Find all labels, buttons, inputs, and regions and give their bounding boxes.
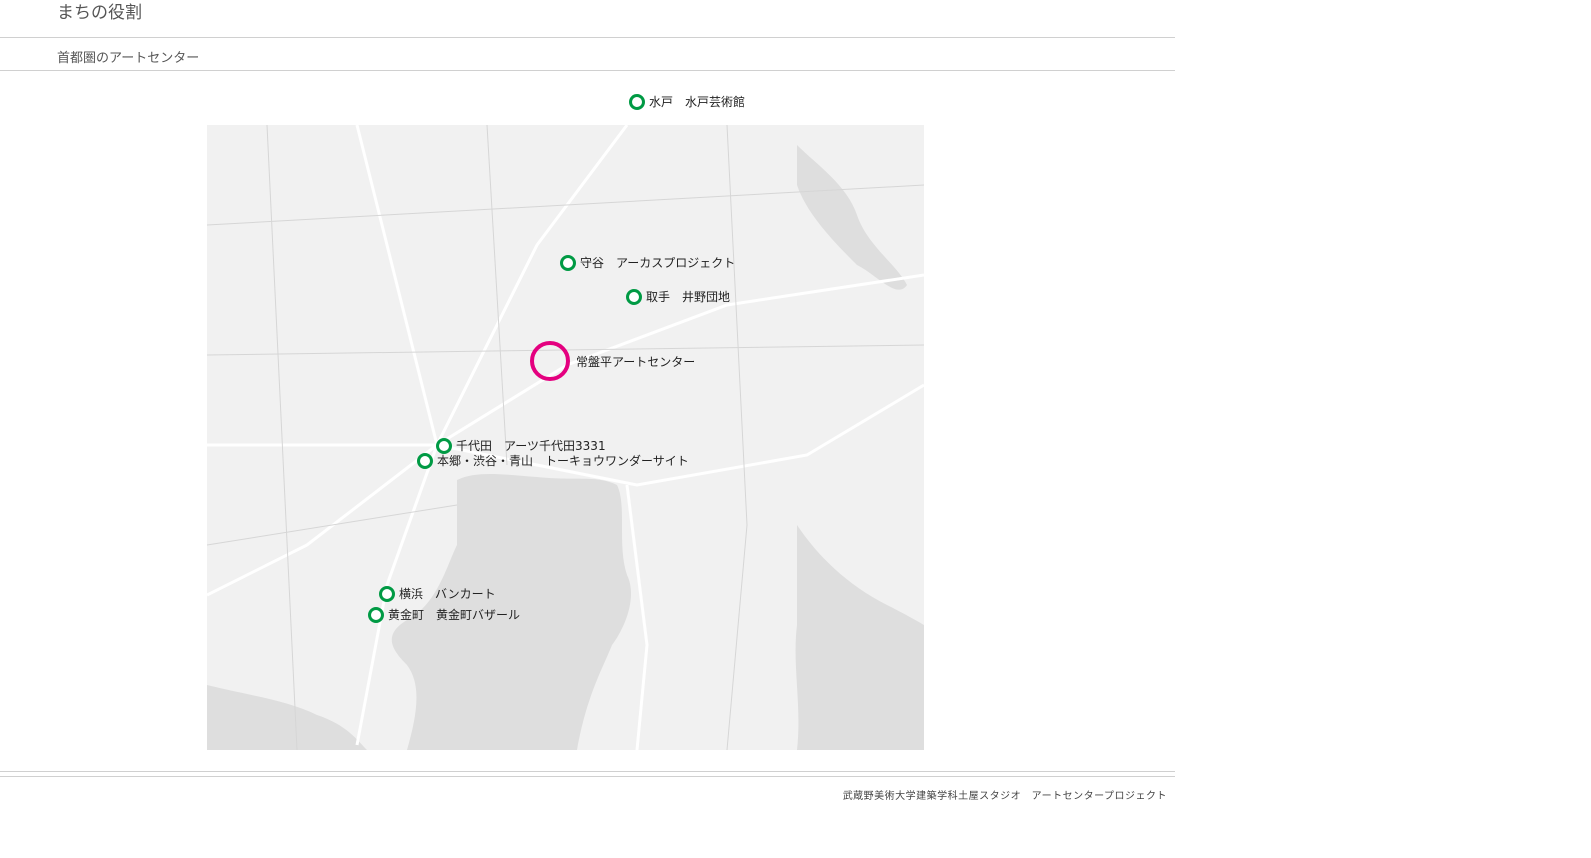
page-title: まちの役割	[57, 3, 142, 23]
section-title: 首都圏のアートセンター	[57, 51, 200, 66]
divider	[0, 37, 1175, 38]
marker-hongo-shibuya-aoyama[interactable]: 本郷・渋谷・青山 トーキョウワンダーサイト	[417, 452, 689, 469]
marker-label: 黄金町 黄金町バザール	[388, 608, 521, 622]
marker-moriya[interactable]: 守谷 アーカスプロジェクト	[560, 254, 735, 271]
map-pin-icon	[368, 606, 384, 623]
divider	[0, 70, 1175, 71]
marker-label: 取手 井野団地	[646, 290, 731, 304]
marker-koganecho[interactable]: 黄金町 黄金町バザール	[368, 606, 520, 623]
marker-label: 本郷・渋谷・青山 トーキョウワンダーサイト	[437, 454, 689, 468]
map-pin-icon	[626, 288, 642, 305]
footer-credit: 武蔵野美術大学建築学科土屋スタジオ アートセンタープロジェクト	[842, 791, 1167, 802]
divider	[0, 771, 1175, 772]
marker-label: 常盤平アートセンター	[576, 354, 696, 369]
marker-toride[interactable]: 取手 井野団地	[626, 288, 730, 305]
highlight-ring-icon	[530, 341, 570, 381]
divider	[0, 776, 1175, 777]
map-pin-icon	[629, 93, 645, 110]
marker-label: 水戸 水戸芸術館	[649, 95, 746, 109]
marker-mito[interactable]: 水戸 水戸芸術館	[629, 93, 745, 110]
map-pin-icon	[379, 585, 395, 602]
map-pin-icon	[417, 452, 433, 469]
pacific-ocean	[795, 525, 924, 750]
marker-label: 横浜 バンカート	[399, 587, 496, 601]
map[interactable]: 守谷 アーカスプロジェクト 取手 井野団地 常盤平アートセンター 千代田 アーツ…	[207, 125, 924, 750]
sagami-bay	[207, 685, 367, 750]
lake-kasumigaura	[797, 145, 907, 290]
map-pin-icon	[560, 254, 576, 271]
marker-yokohama[interactable]: 横浜 バンカート	[379, 585, 496, 602]
marker-label: 守谷 アーカスプロジェクト	[580, 256, 736, 270]
marker-tokiwadaira[interactable]: 常盤平アートセンター	[530, 341, 695, 381]
